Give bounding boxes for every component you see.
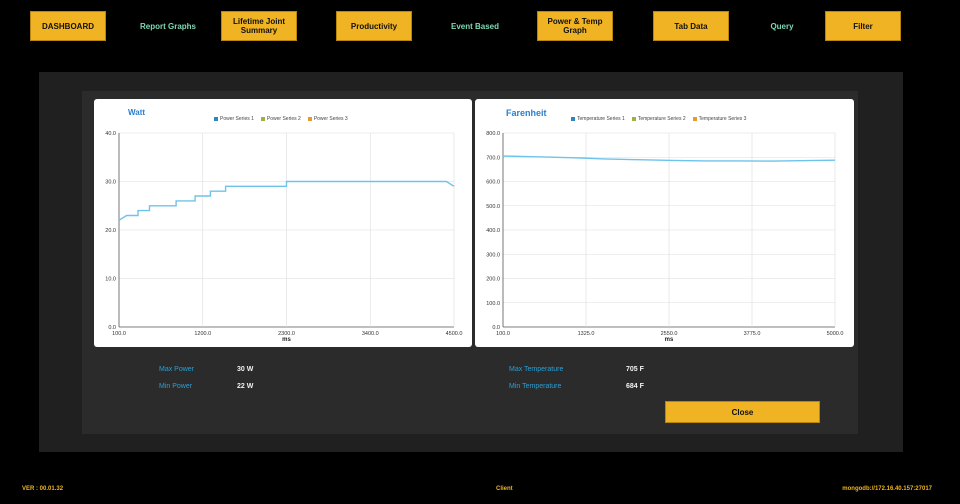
x-tick-label: 4500.0: [446, 331, 463, 337]
client-text: Client: [496, 486, 513, 492]
event-based-link[interactable]: Event Based: [437, 11, 513, 41]
y-tick-label: 400.0: [486, 228, 500, 234]
legend-label: Temperature Series 3: [698, 116, 747, 122]
x-axis-label: ms: [665, 337, 674, 343]
legend-label: Power Series 1: [220, 116, 254, 122]
legend-item[interactable]: Power Series 2: [260, 116, 301, 122]
legend-item[interactable]: Temperature Series 3: [692, 116, 747, 122]
productivity-button[interactable]: Productivity: [336, 11, 412, 41]
y-tick-label: 700.0: [486, 155, 500, 161]
legend-label: Temperature Series 2: [637, 116, 686, 122]
x-axis-label: ms: [282, 337, 291, 343]
power-temp-graph-button[interactable]: Power & Temp Graph: [537, 11, 613, 41]
x-tick-label: 3775.0: [744, 331, 761, 337]
x-tick-label: 3400.0: [362, 331, 379, 337]
temperature-legend: Temperature Series 1 Temperature Series …: [571, 116, 746, 122]
legend-swatch: [631, 117, 636, 121]
y-tick-label: 40.0: [105, 131, 116, 137]
max-power-label: Max Power: [159, 366, 195, 373]
temperature-chart-card: Farenheit Temperature Series 1 Temperatu…: [475, 99, 854, 347]
power-line-chart: 0.010.020.030.040.0100.0 1200.0 2300.0 3400…: [105, 131, 463, 343]
legend-item[interactable]: Temperature Series 2: [631, 116, 686, 122]
y-tick-label: 300.0: [486, 252, 500, 258]
max-power-value: 30 W: [237, 366, 254, 373]
x-tick-label: 100.0: [496, 331, 510, 337]
legend-swatch: [307, 117, 312, 121]
power-chart-card: Watt Power Series 1 Power Series 2 Power…: [94, 99, 472, 347]
power-legend: Power Series 1 Power Series 2 Power Seri…: [214, 116, 348, 122]
y-tick-label: 500.0: [486, 204, 500, 210]
legend-swatch: [260, 117, 265, 121]
lifetime-joint-summary-button[interactable]: Lifetime Joint Summary: [221, 11, 297, 41]
y-tick-label: 30.0: [105, 180, 116, 186]
min-temperature-label: Min Temperature: [509, 383, 562, 390]
legend-item[interactable]: Temperature Series 1: [571, 116, 625, 122]
min-power-value: 22 W: [237, 383, 254, 390]
y-tick-label: 10.0: [105, 277, 116, 283]
x-tick-label: 1325.0: [578, 331, 595, 337]
legend-item[interactable]: Power Series 3: [307, 116, 348, 122]
y-tick-label: 20.0: [105, 228, 116, 234]
legend-swatch: [571, 117, 575, 121]
legend-label: Power Series 2: [266, 116, 301, 122]
x-tick-label: 1200.0: [194, 331, 211, 337]
query-link[interactable]: Query: [744, 11, 820, 41]
y-tick-label: 200.0: [486, 277, 500, 283]
y-tick-label: 600.0: [486, 180, 500, 186]
min-temperature-value: 684 F: [626, 383, 644, 390]
y-tick-label: 800.0: [486, 131, 500, 137]
min-power-label: Min Power: [159, 383, 193, 390]
y-tick-label: 100.0: [486, 301, 500, 307]
legend-label: Power Series 3: [313, 116, 348, 122]
tab-data-button[interactable]: Tab Data: [653, 11, 729, 41]
max-temperature-label: Max Temperature: [509, 366, 564, 373]
report-graphs-link[interactable]: Report Graphs: [130, 11, 206, 41]
version-text: VER : 00.01.32: [22, 486, 64, 492]
x-tick-label: 5000.0: [827, 331, 844, 337]
legend-item[interactable]: Power Series 1: [214, 116, 254, 122]
legend-swatch: [692, 117, 697, 121]
temperature-chart-title: Farenheit: [506, 108, 547, 118]
filter-button[interactable]: Filter: [825, 11, 901, 41]
max-temperature-value: 705 F: [626, 366, 644, 373]
temperature-line-chart: 0.0100.0200.0300.0400.0500.0600.0700.080…: [486, 131, 844, 343]
dashboard-button[interactable]: DASHBOARD: [30, 11, 106, 41]
legend-swatch: [214, 117, 218, 121]
legend-label: Temperature Series 1: [577, 116, 625, 122]
power-chart-title: Watt: [128, 108, 146, 117]
connection-text: mongodb://172.16.40.157:27017: [842, 486, 932, 492]
x-tick-label: 100.0: [112, 331, 126, 337]
close-button[interactable]: Close: [665, 401, 820, 423]
